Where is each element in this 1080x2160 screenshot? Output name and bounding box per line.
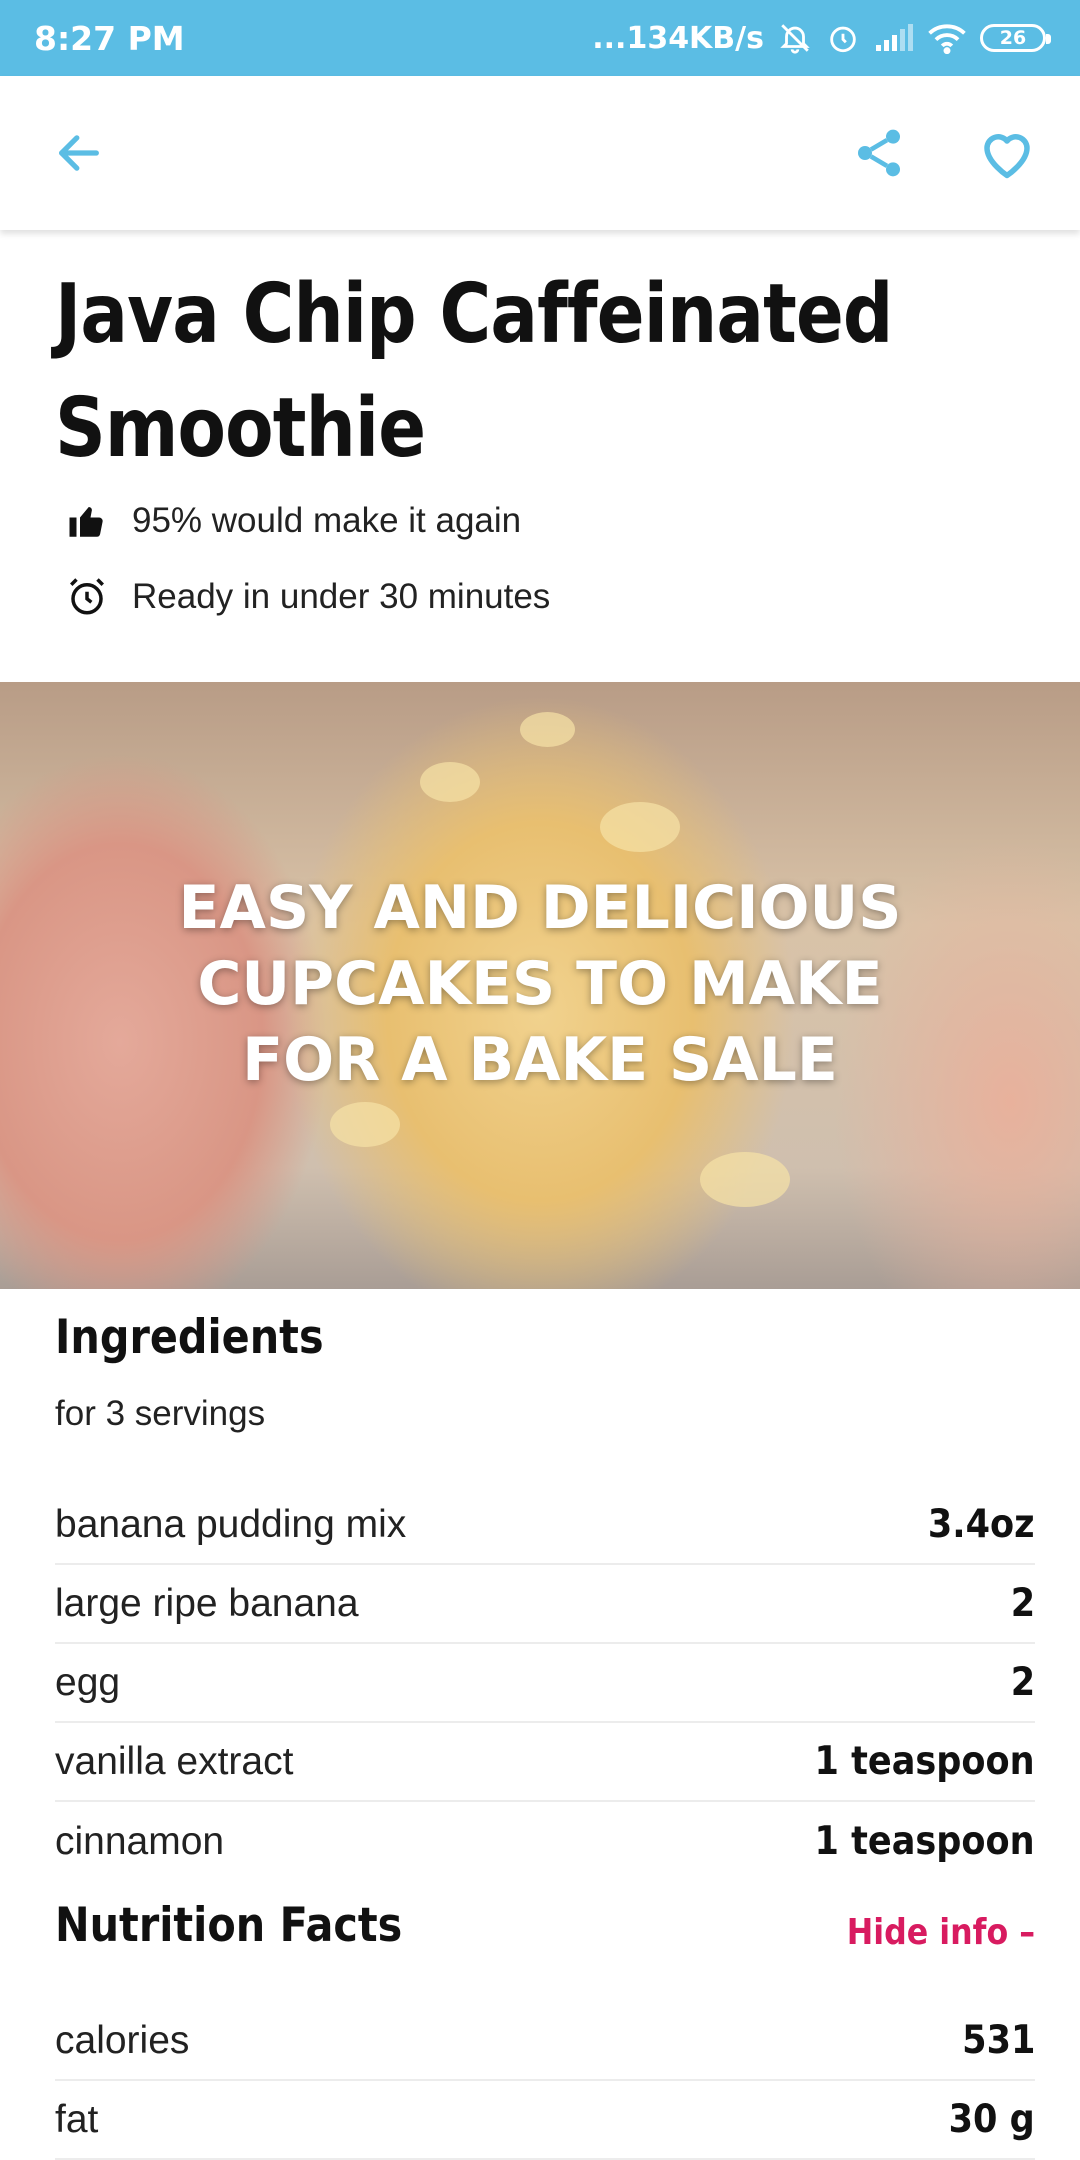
video-caption-line-3: FOR A BAKE SALE [242, 1025, 838, 1095]
ingredient-row: vanilla extract 1 teaspoon [55, 1723, 1035, 1802]
mute-alarm-icon [778, 21, 812, 55]
ingredient-row: egg 2 [55, 1644, 1035, 1723]
app-bar [0, 76, 1080, 230]
arrow-left-icon [59, 135, 99, 171]
ingredient-name: banana pudding mix [55, 1502, 407, 1546]
status-time: 8:27 PM [34, 18, 185, 58]
wifi-icon [928, 22, 966, 54]
share-button[interactable] [846, 120, 912, 186]
thumbs-up-icon [66, 500, 108, 542]
video-caption-line-1: EASY AND DELICIOUS [178, 873, 902, 943]
nutrition-heading: Nutrition Facts [55, 1898, 403, 1953]
recipe-video-thumbnail[interactable]: EASY AND DELICIOUS CUPCAKES TO MAKE FOR … [0, 682, 1080, 1289]
rating-text: 95% would make it again [132, 501, 522, 540]
ingredient-qty: 3.4oz [928, 1502, 1035, 1547]
nutrition-name: fat [55, 2097, 99, 2141]
ingredient-name: egg [55, 1660, 121, 1704]
recipe-title: Java Chip Caffeinated Smoothie [55, 267, 893, 476]
ingredient-qty: 1 teaspoon [814, 1819, 1035, 1864]
ingredient-qty: 2 [1010, 1581, 1035, 1626]
nutrition-name: calories [55, 2018, 190, 2062]
heart-outline-icon [984, 134, 1030, 179]
status-icons: ...134KB/s 26 [592, 20, 1051, 56]
app-bar-actions [846, 120, 1040, 186]
nutrition-value: 531 [961, 2018, 1035, 2063]
time-row: Ready in under 30 minutes [66, 576, 550, 618]
alarm-clock-icon [66, 576, 108, 618]
nutrition-value: 30 g [948, 2097, 1035, 2142]
rating-row: 95% would make it again [66, 500, 521, 542]
video-caption-line-2: CUPCAKES TO MAKE [197, 949, 883, 1019]
nutrition-row: calories 531 [55, 2002, 1035, 2081]
share-icon [858, 129, 900, 177]
ingredient-name: large ripe banana [55, 1581, 359, 1625]
ingredient-row: banana pudding mix 3.4oz [55, 1486, 1035, 1565]
status-bar: 8:27 PM ...134KB/s 26 [0, 0, 1080, 76]
video-caption: EASY AND DELICIOUS CUPCAKES TO MAKE FOR … [0, 870, 1080, 1098]
alarm-icon [826, 21, 860, 55]
ingredient-name: cinnamon [55, 1819, 225, 1863]
time-text: Ready in under 30 minutes [132, 577, 551, 616]
signal-icon [874, 23, 914, 53]
ingredient-row: large ripe banana 2 [55, 1565, 1035, 1644]
servings-text: for 3 servings [55, 1394, 266, 1433]
hide-info-button[interactable]: Hide info – [847, 1912, 1035, 1953]
ingredient-qty: 1 teaspoon [814, 1739, 1035, 1784]
nutrition-row: fat 30 g [55, 2081, 1035, 2160]
network-speed: ...134KB/s [592, 20, 764, 56]
ingredient-row: cinnamon 1 teaspoon [55, 1802, 1035, 1881]
back-button[interactable] [46, 120, 112, 186]
ingredient-qty: 2 [1010, 1660, 1035, 1705]
battery-icon: 26 [980, 24, 1051, 52]
favorite-button[interactable] [974, 120, 1040, 186]
ingredients-heading: Ingredients [55, 1310, 324, 1365]
ingredient-name: vanilla extract [55, 1739, 294, 1783]
